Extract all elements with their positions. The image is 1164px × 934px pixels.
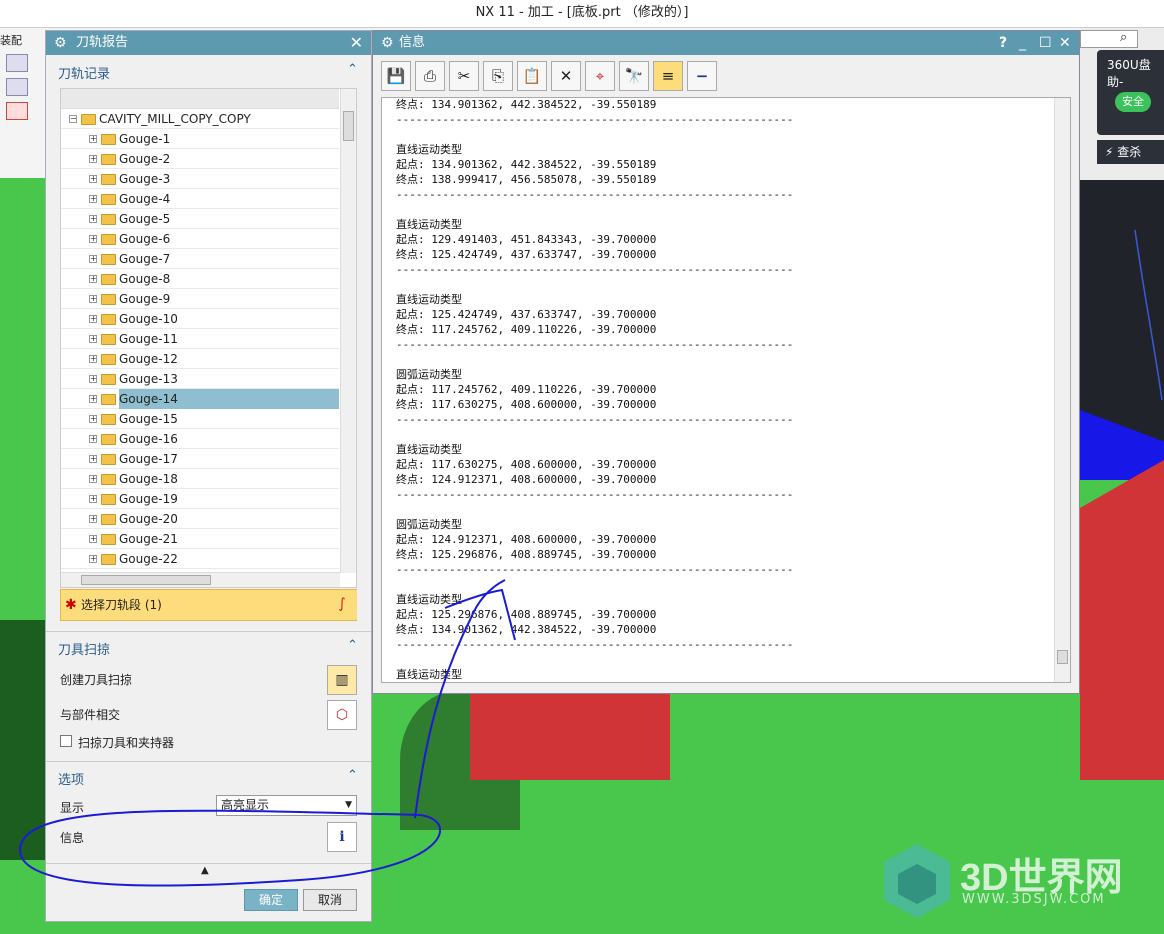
annotation-layer xyxy=(18,229,1163,887)
annotation-arrow xyxy=(414,579,506,819)
annotation-ellipse xyxy=(18,809,442,887)
annotation-arrowhead xyxy=(444,588,516,641)
watermark-logo: 3D世界网 WWW.3DSJW.COM xyxy=(880,840,1150,920)
cube-logo-icon xyxy=(884,844,950,918)
watermark-url: WWW.3DSJW.COM xyxy=(962,892,1106,907)
viewport-edge-line xyxy=(1134,229,1163,401)
